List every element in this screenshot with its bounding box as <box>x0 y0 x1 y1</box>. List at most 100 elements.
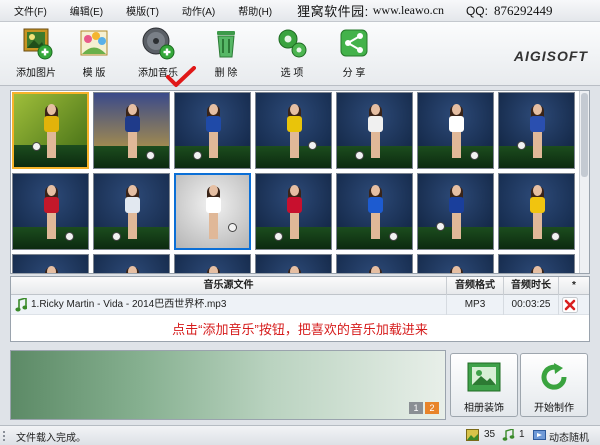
photo-thumbnail[interactable] <box>336 173 413 250</box>
music-list: 音乐源文件 音频格式 音频时长 * 1.Ricky Martin - Vida … <box>10 276 590 342</box>
delete-label: 删 除 <box>214 68 238 79</box>
motion-mode[interactable]: 动态随机 <box>549 429 589 444</box>
photo-thumbnail[interactable] <box>255 92 332 169</box>
photo-thumbnail[interactable] <box>93 92 170 169</box>
music-count: 1 <box>519 429 525 440</box>
pager-page-1[interactable]: 1 <box>409 402 423 414</box>
share-button[interactable]: 分 享 <box>324 25 384 81</box>
add-music-icon <box>140 25 176 61</box>
thumbnail-grid <box>12 92 575 273</box>
photo-thumbnail[interactable] <box>174 173 251 250</box>
soccer-ball-icon <box>551 232 560 241</box>
brand-text: 狸窝软件园: <box>297 4 369 19</box>
photo-thumbnail[interactable] <box>12 254 89 273</box>
qq-label: QQ: <box>465 3 488 18</box>
photo-figure <box>42 265 60 273</box>
photo-figure <box>366 184 384 241</box>
photo-figure <box>447 184 465 241</box>
menu-edit[interactable]: 编辑(E) <box>58 3 114 18</box>
motion-mode-icon <box>533 430 546 440</box>
share-label: 分 享 <box>342 68 366 79</box>
status-grip <box>3 431 11 441</box>
photo-figure <box>528 265 546 273</box>
photo-thumbnail[interactable] <box>417 173 494 250</box>
delete-button[interactable]: 删 除 <box>196 25 256 81</box>
music-file-name: 1.Ricky Martin - Vida - 2014巴西世界杯.mp3 <box>11 295 447 315</box>
photo-thumbnail[interactable] <box>255 173 332 250</box>
add-photo-icon <box>18 25 54 61</box>
soccer-ball-icon <box>308 141 317 150</box>
toolbar: 添加图片 模 版 添加音乐 删 除 选 项 分 享 AIGISOFT <box>0 22 600 87</box>
photo-figure <box>285 184 303 241</box>
pager-page-2[interactable]: 2 <box>425 402 439 414</box>
photo-figure <box>447 265 465 273</box>
photo-figure <box>204 265 222 273</box>
photo-figure <box>366 103 384 160</box>
menu-template[interactable]: 模版(T) <box>114 3 170 18</box>
add-photo-label: 添加图片 <box>16 68 56 79</box>
photo-thumbnail[interactable] <box>93 173 170 250</box>
start-label: 开始制作 <box>534 403 574 414</box>
photo-thumbnail[interactable] <box>255 254 332 273</box>
album-decor-label: 相册装饰 <box>464 403 504 414</box>
photo-figure <box>123 265 141 273</box>
photo-thumbnail[interactable] <box>417 92 494 169</box>
menu-action[interactable]: 动作(A) <box>170 3 226 18</box>
photo-count-icon <box>466 429 479 441</box>
photo-thumbnail[interactable] <box>174 254 251 273</box>
soccer-ball-icon <box>193 151 202 160</box>
table-row[interactable]: 1.Ricky Martin - Vida - 2014巴西世界杯.mp3 MP… <box>11 295 589 315</box>
menu-file[interactable]: 文件(F) <box>0 3 58 18</box>
photo-gallery <box>10 90 590 274</box>
photo-thumbnail[interactable] <box>12 92 89 169</box>
template-button[interactable]: 模 版 <box>64 25 124 81</box>
photo-count: 35 <box>484 429 496 440</box>
photo-thumbnail[interactable] <box>174 92 251 169</box>
options-button[interactable]: 选 项 <box>262 25 322 81</box>
menu-help[interactable]: 帮助(H) <box>226 3 283 18</box>
soccer-ball-icon <box>228 223 237 232</box>
soccer-ball-icon <box>65 232 74 241</box>
photo-figure <box>285 103 303 160</box>
col-audio-duration[interactable]: 音频时长 <box>504 277 559 295</box>
menu-bar: 文件(F) 编辑(E) 模版(T) 动作(A) 帮助(H) 狸窝软件园: www… <box>0 0 600 22</box>
checkmark-icon <box>166 66 196 87</box>
col-audio-format[interactable]: 音频格式 <box>447 277 504 295</box>
photo-thumbnail[interactable] <box>93 254 170 273</box>
template-icon <box>76 25 112 61</box>
photo-thumbnail[interactable] <box>498 173 575 250</box>
refresh-arrow-icon <box>536 361 572 393</box>
photo-figure <box>204 185 222 241</box>
album-decor-button[interactable]: 相册装饰 <box>450 353 518 417</box>
photo-thumbnail[interactable] <box>498 254 575 273</box>
brand-url[interactable]: www.leawo.cn <box>373 3 444 18</box>
share-icon <box>336 25 372 61</box>
photo-thumbnail[interactable] <box>12 173 89 250</box>
col-star: * <box>572 280 576 291</box>
photo-figure <box>123 184 141 241</box>
status-message: 文件载入完成。 <box>16 433 86 444</box>
start-button[interactable]: 开始制作 <box>520 353 588 417</box>
add-photo-button[interactable]: 添加图片 <box>6 25 66 81</box>
soccer-ball-icon <box>32 142 41 151</box>
photo-thumbnail[interactable] <box>336 254 413 273</box>
delete-music-icon[interactable] <box>562 297 578 313</box>
soccer-ball-icon <box>517 141 526 150</box>
music-duration: 00:03:25 <box>504 295 559 315</box>
photo-thumbnail[interactable] <box>498 92 575 169</box>
photo-figure <box>42 184 60 241</box>
decoration-preview-panel: 1 2 <box>10 350 446 420</box>
gear-icon <box>274 25 310 61</box>
qq-number: 876292449 <box>493 2 553 18</box>
preview-pager: 1 2 <box>409 402 439 414</box>
trash-icon <box>208 25 244 61</box>
gallery-scrollbar[interactable] <box>579 91 589 273</box>
soccer-ball-icon <box>436 222 445 231</box>
photo-figure <box>285 265 303 273</box>
col-source-file[interactable]: 音乐源文件 <box>11 277 447 295</box>
music-table-header: 音乐源文件 音频格式 音频时长 * <box>11 277 589 295</box>
photo-thumbnail[interactable] <box>336 92 413 169</box>
template-label: 模 版 <box>82 68 106 79</box>
photo-thumbnail[interactable] <box>417 254 494 273</box>
gallery-scrollbar-thumb[interactable] <box>581 93 588 177</box>
